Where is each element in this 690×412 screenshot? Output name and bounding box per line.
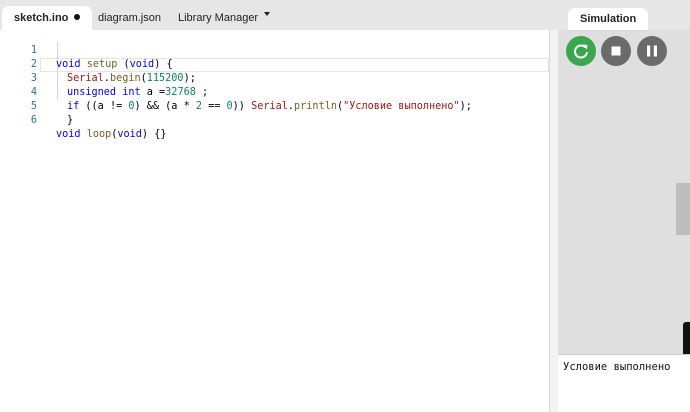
code-line-2: 2 Serial.begin(115200); [0, 44, 549, 84]
restart-icon [574, 44, 588, 59]
code-editor[interactable]: 1 void setup (void) { 2 Serial.begin(115… [0, 30, 549, 412]
keyword: void [117, 129, 142, 140]
code-line-6: 6 void loop(void) {} [0, 100, 549, 140]
stop-icon [611, 46, 621, 56]
code-line-5: 5 } [0, 86, 549, 126]
tab-sketch-ino[interactable]: sketch.ino [2, 6, 93, 30]
tab-simulation[interactable]: Simulation [568, 8, 649, 30]
pause-icon [647, 45, 657, 57]
serial-monitor: Условие выполнено [558, 354, 690, 412]
pause-button[interactable] [637, 36, 667, 66]
tab-label: Library Manager [178, 12, 259, 24]
editor-tabbar: sketch.ino diagram.json Library Manager [0, 0, 549, 30]
line-number: 6 [30, 115, 37, 126]
current-line-highlight [40, 58, 549, 72]
keyword: void [56, 129, 81, 140]
function-name: loop [86, 129, 112, 140]
tab-label: diagram.json [98, 12, 161, 24]
restart-button[interactable] [566, 36, 596, 66]
unsaved-dot-icon [74, 14, 81, 21]
code-text: ) {} [141, 129, 167, 140]
chevron-down-icon[interactable] [264, 12, 270, 16]
tab-diagram-json[interactable]: diagram.json [98, 6, 161, 30]
tab-label: sketch.ino [14, 12, 69, 24]
code-text: } [67, 115, 74, 126]
panel-resize-handle[interactable] [683, 322, 690, 356]
code-line-1: 1 void setup (void) { [0, 30, 549, 70]
simulation-scrollbar-thumb[interactable] [676, 183, 690, 235]
editor-scrollbar[interactable] [549, 30, 558, 412]
code-line-4: 4 if ((a != 0) && (a * 2 == 0)) Serial.p… [0, 72, 549, 112]
simulation-pane: Simulation [558, 0, 690, 412]
stop-button[interactable] [601, 36, 631, 66]
serial-output: Условие выполнено [563, 361, 671, 373]
editor-pane: sketch.ino diagram.json Library Manager … [0, 0, 549, 412]
tab-library-manager[interactable]: Library Manager [178, 6, 258, 30]
